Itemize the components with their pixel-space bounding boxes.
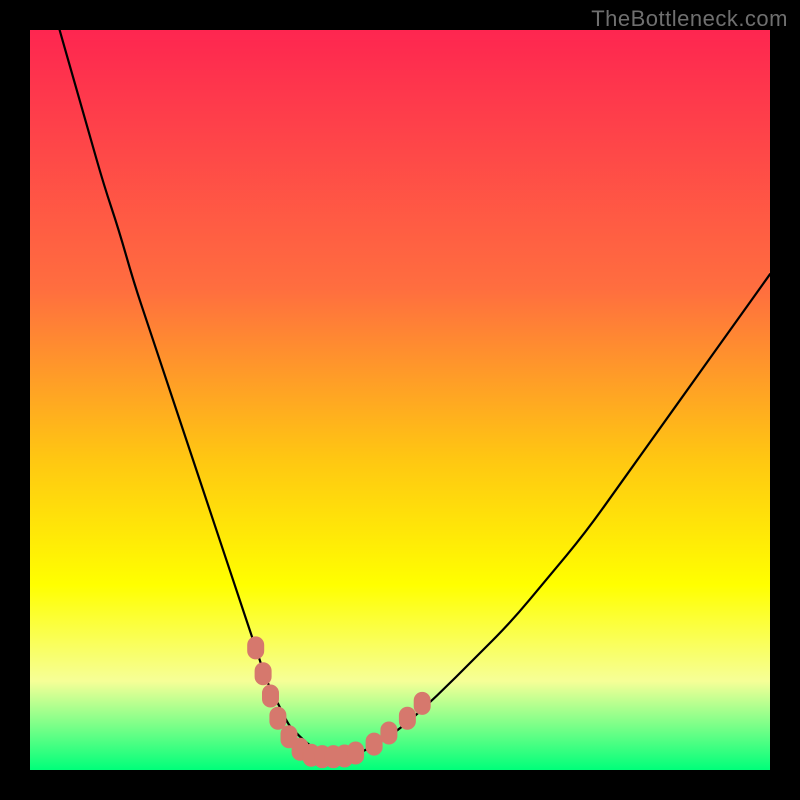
curve-marker (399, 707, 415, 729)
curve-marker (270, 707, 286, 729)
chart-frame: TheBottleneck.com (0, 0, 800, 800)
watermark-text: TheBottleneck.com (591, 6, 788, 32)
curve-marker (414, 692, 430, 714)
curve-marker (381, 722, 397, 744)
curve-marker (263, 685, 279, 707)
curve-marker (366, 733, 382, 755)
curve-marker (248, 637, 264, 659)
chart-svg (30, 30, 770, 770)
curve-marker (348, 742, 364, 764)
gradient-rect (30, 30, 770, 770)
plot-area (30, 30, 770, 770)
curve-marker (255, 663, 271, 685)
